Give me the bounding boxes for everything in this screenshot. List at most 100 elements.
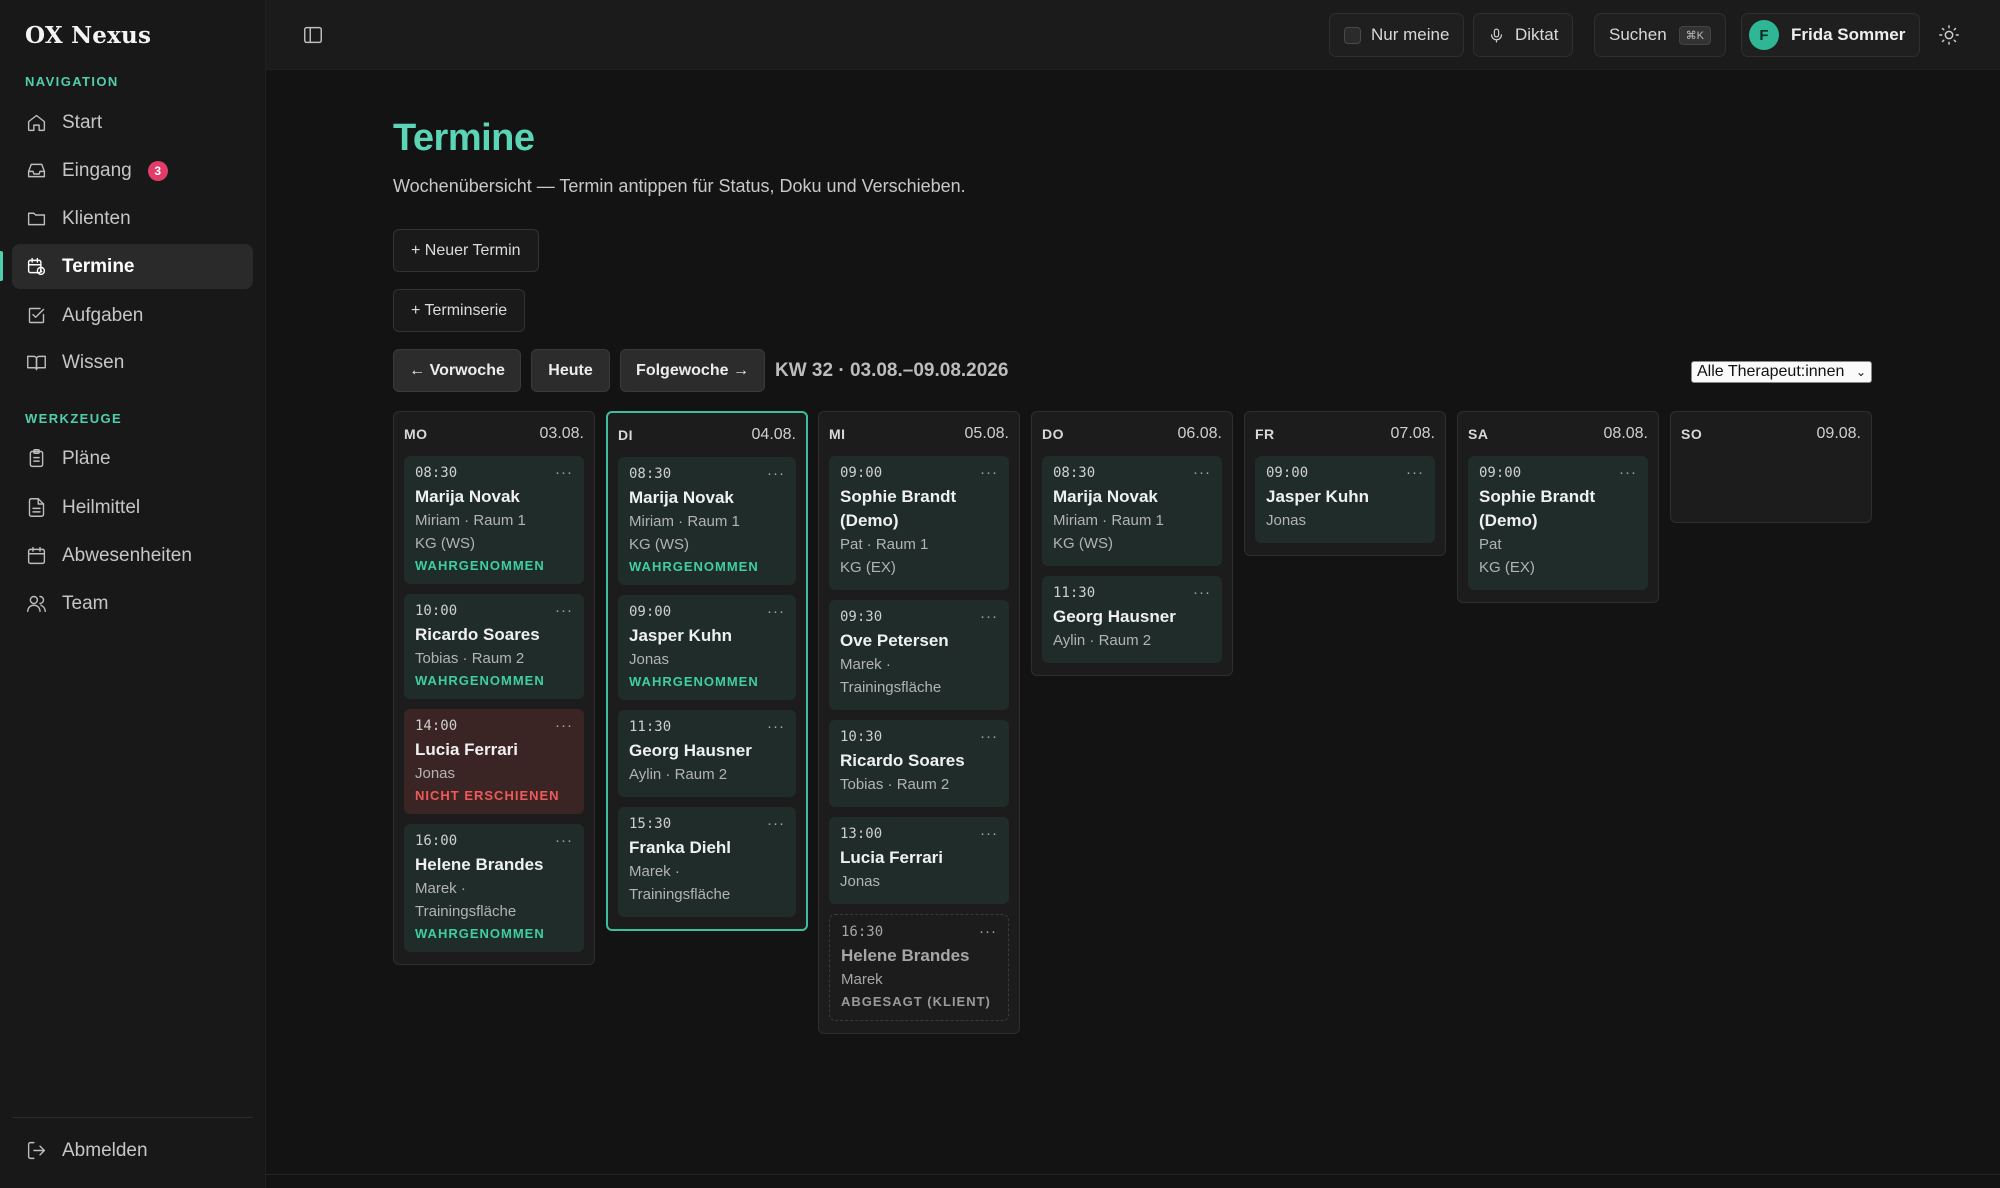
more-options-icon[interactable]: ···: [555, 833, 573, 848]
appointment-card[interactable]: 08:30 ··· Marija Novak Miriam · Raum 1 KG (W…: [618, 457, 796, 585]
appointment-header: 08:30 ···: [415, 465, 573, 481]
sidebar-item-team[interactable]: Team: [12, 581, 253, 626]
appointment-client: Sophie Brandt (Demo): [1479, 487, 1596, 530]
more-options-icon[interactable]: ···: [980, 465, 998, 480]
user-menu-button[interactable]: F Frida Sommer: [1741, 13, 1921, 57]
theme-toggle-sun-icon[interactable]: [1938, 24, 1960, 46]
appointment-card[interactable]: 15:30 ··· Franka Diehl Marek · Trainingsfläc…: [618, 807, 796, 917]
sidebar-item-aufgaben[interactable]: Aufgaben: [12, 293, 253, 338]
appointment-card[interactable]: 11:30 ··· Georg Hausner Aylin · Raum 2: [1042, 576, 1222, 663]
appointment-card[interactable]: 09:30 ··· Ove Petersen Marek · Trainingsfläc…: [829, 600, 1009, 710]
sidebar-item-heilmittel[interactable]: Heilmittel: [12, 485, 253, 530]
more-options-icon[interactable]: ···: [555, 603, 573, 618]
appointment-time: 15:30: [629, 816, 672, 832]
more-options-icon[interactable]: ···: [555, 718, 573, 733]
checkbox-icon: [25, 305, 47, 327]
appointment-time: 08:30: [629, 466, 672, 482]
day-column-padding: [1245, 553, 1445, 555]
sidebar-item-plaene[interactable]: Pläne: [12, 436, 253, 481]
new-series-button[interactable]: + Terminserie: [393, 289, 526, 332]
more-options-icon[interactable]: ···: [1193, 465, 1211, 480]
more-options-icon[interactable]: ···: [767, 604, 785, 619]
app-root: OX Nexus NAVIGATION Start Eingang 3 Klie…: [0, 0, 2000, 1188]
day-column: DO 06.08. 08:30 ··· Marija Novak Miriam · Rau…: [1031, 411, 1233, 676]
prev-week-button[interactable]: ← Vorwoche: [393, 349, 521, 392]
dictate-button[interactable]: Diktat: [1473, 13, 1574, 57]
appointment-header: 16:30 ···: [841, 924, 997, 940]
appointment-header: 10:00 ···: [415, 603, 573, 619]
appointment-card[interactable]: 13:00 ··· Lucia Ferrari Jonas: [829, 817, 1009, 904]
day-column-padding: [394, 962, 594, 964]
status-badge: WAHRGENOMMEN: [629, 674, 759, 689]
more-options-icon[interactable]: ···: [980, 826, 998, 841]
calendar-clock-icon: [25, 256, 47, 278]
day-header: SA 08.08.: [1458, 412, 1658, 456]
day-date: 09.08.: [1816, 425, 1861, 442]
appointment-card[interactable]: 08:30 ··· Marija Novak Miriam · Raum 1 KG (W…: [1042, 456, 1222, 566]
more-options-icon[interactable]: ···: [980, 609, 998, 624]
appointment-client: Georg Hausner: [1053, 607, 1176, 626]
appointment-card[interactable]: 10:30 ··· Ricardo Soares Tobias · Raum 2: [829, 720, 1009, 807]
sidebar-item-label: Pläne: [62, 447, 111, 469]
appointment-detail: KG (WS): [1053, 535, 1113, 552]
more-options-icon[interactable]: ···: [1193, 585, 1211, 600]
more-options-icon[interactable]: ···: [980, 729, 998, 744]
sidebar-item-label: Eingang: [62, 159, 132, 181]
sidebar-item-klienten[interactable]: Klienten: [12, 196, 253, 241]
today-button[interactable]: Heute: [531, 349, 610, 392]
appointment-header: 16:00 ···: [415, 833, 573, 849]
appointment-card[interactable]: 08:30 ··· Marija Novak Miriam · Raum 1 KG (W…: [404, 456, 584, 584]
logout-button[interactable]: Abmelden: [12, 1128, 253, 1173]
sidebar-toggle-icon[interactable]: [302, 24, 324, 46]
only-mine-toggle[interactable]: Nur meine: [1329, 13, 1465, 57]
appointment-header: 08:30 ···: [1053, 465, 1211, 481]
therapist-filter-select[interactable]: Alle Therapeut:innen ⌄: [1691, 361, 1872, 383]
appointment-detail: KG (WS): [629, 536, 689, 553]
appointment-card[interactable]: 09:00 ··· Sophie Brandt (Demo) Pat KG (EX): [1468, 456, 1648, 590]
only-mine-checkbox[interactable]: [1344, 26, 1361, 44]
more-options-icon[interactable]: ···: [555, 465, 573, 480]
day-name: SA: [1468, 426, 1489, 442]
search-button[interactable]: Suchen ⌘K: [1594, 13, 1727, 57]
next-week-button[interactable]: Folgewoche →: [620, 349, 765, 392]
chevron-down-icon: ⌄: [1855, 365, 1866, 379]
sidebar-item-label: Heilmittel: [62, 496, 141, 518]
appointment-card[interactable]: 11:30 ··· Georg Hausner Aylin · Raum 2: [618, 710, 796, 797]
sidebar-item-eingang[interactable]: Eingang 3: [12, 148, 253, 193]
day-date: 08.08.: [1603, 425, 1648, 442]
day-column: SO 09.08.: [1670, 411, 1872, 523]
more-options-icon[interactable]: ···: [767, 719, 785, 734]
appointment-card[interactable]: 16:00 ··· Helene Brandes Marek · Trainingsfl…: [404, 824, 584, 952]
appointment-card[interactable]: 16:30 ··· Helene Brandes Marek ABGESAGT (KLI…: [829, 914, 1009, 1021]
appointment-detail: Tobias · Raum 2: [415, 650, 525, 667]
appointment-card[interactable]: 14:00 ··· Lucia Ferrari Jonas NICHT ERSCHIEN…: [404, 709, 584, 814]
more-options-icon[interactable]: ···: [767, 466, 785, 481]
appointment-card[interactable]: 09:00 ··· Sophie Brandt (Demo) Pat · Raum 1…: [829, 456, 1009, 590]
sidebar-item-label: Wissen: [62, 351, 125, 373]
therapist-filter-value: Alle Therapeut:innen: [1697, 363, 1845, 380]
sidebar-item-termine[interactable]: Termine: [12, 244, 253, 289]
more-options-icon[interactable]: ···: [979, 924, 997, 939]
appointment-time: 08:30: [1053, 465, 1096, 481]
topbar: Nur meine Diktat Suchen ⌘K F Frida Somme…: [266, 0, 2000, 70]
sidebar-item-start[interactable]: Start: [12, 100, 253, 145]
day-date: 04.08.: [751, 426, 796, 443]
more-options-icon[interactable]: ···: [1406, 465, 1424, 480]
appointment-detail: Miriam · Raum 1: [415, 512, 526, 529]
clipboard-icon: [25, 448, 47, 470]
more-options-icon[interactable]: ···: [767, 816, 785, 831]
logout-label: Abmelden: [62, 1139, 148, 1161]
appointment-card[interactable]: 09:00 ··· Jasper Kuhn Jonas: [1255, 456, 1435, 543]
new-appointment-button[interactable]: + Neuer Termin: [393, 229, 539, 272]
more-options-icon[interactable]: ···: [1619, 465, 1637, 480]
appointment-card[interactable]: 10:00 ··· Ricardo Soares Tobias · Raum 2 WAH…: [404, 594, 584, 699]
sidebar-item-wissen[interactable]: Wissen: [12, 340, 253, 385]
app-logo[interactable]: OX Nexus: [25, 22, 151, 49]
day-column-padding: [819, 1031, 1019, 1033]
appointment-client: Franka Diehl: [629, 838, 732, 857]
sidebar-item-abwesenheiten[interactable]: Abwesenheiten: [12, 533, 253, 578]
appointment-card[interactable]: 09:00 ··· Jasper Kuhn Jonas WAHRGENOMMEN: [618, 595, 796, 700]
day-date: 05.08.: [964, 425, 1009, 442]
sidebar-divider: [12, 1117, 253, 1118]
appointment-header: 11:30 ···: [629, 719, 785, 735]
